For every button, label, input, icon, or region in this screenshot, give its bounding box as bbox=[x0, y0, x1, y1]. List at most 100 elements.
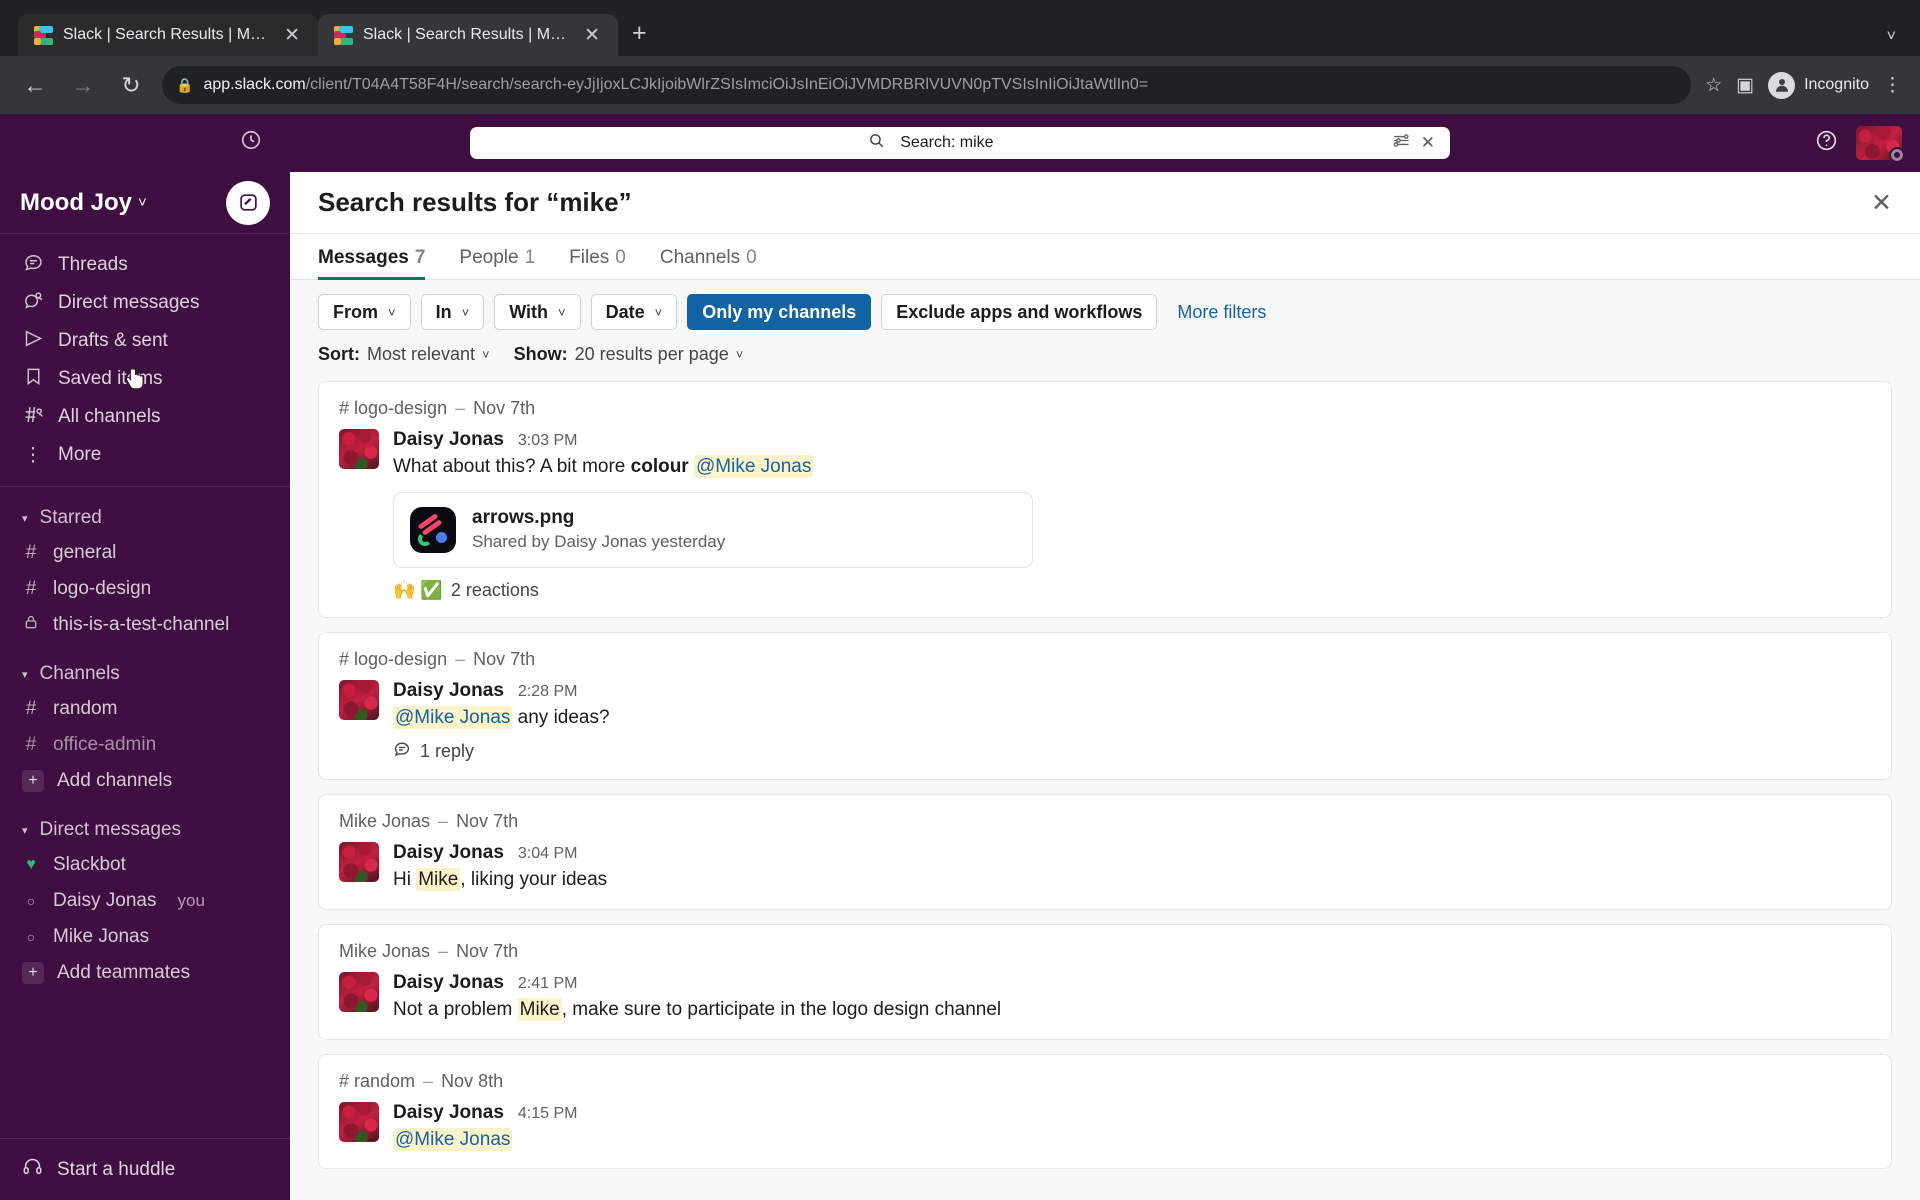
sidebar-channel-office-admin[interactable]: # office-admin bbox=[0, 727, 290, 763]
search-result-card[interactable]: # random – Nov 8th Daisy Jonas 4:15 PM @Mike … bbox=[318, 1053, 1892, 1170]
sidebar-item-direct-messages[interactable]: Direct messages bbox=[0, 284, 290, 322]
result-context: # logo-design – Nov 7th bbox=[339, 649, 1871, 670]
tab-messages[interactable]: Messages 7 bbox=[318, 247, 426, 280]
sidebar-add-channels[interactable]: + Add channels bbox=[0, 763, 290, 799]
more-filters-link[interactable]: More filters bbox=[1177, 302, 1266, 323]
sidebar-dm-daisy-jonas[interactable]: ○ Daisy Jonas you bbox=[0, 883, 290, 919]
tab-close-icon[interactable]: ✕ bbox=[280, 24, 304, 47]
workspace-header[interactable]: Mood Joy ˅ bbox=[0, 172, 290, 234]
bookmark-star-icon[interactable]: ☆ bbox=[1705, 74, 1722, 97]
start-huddle-label: Start a huddle bbox=[57, 1158, 176, 1180]
sidebar-channel-general[interactable]: # general bbox=[0, 535, 290, 571]
browser-tab-1[interactable]: Slack | Search Results | Mood ... ✕ bbox=[18, 14, 318, 56]
avatar[interactable] bbox=[339, 1101, 379, 1142]
compose-button[interactable] bbox=[226, 180, 270, 225]
search-result-card[interactable]: Mike Jonas – Nov 7th Daisy Jonas 2:41 PM Not … bbox=[318, 923, 1892, 1040]
user-mention[interactable]: @Mike Jonas bbox=[693, 455, 814, 478]
result-channel[interactable]: # logo-design bbox=[339, 649, 447, 670]
filter-only-my-channels[interactable]: Only my channels bbox=[687, 294, 872, 330]
sidebar-item-drafts-and-sent[interactable]: Drafts & sent bbox=[0, 322, 290, 360]
avatar[interactable] bbox=[339, 679, 379, 720]
avatar[interactable] bbox=[339, 971, 379, 1012]
workspace-name: Mood Joy bbox=[20, 188, 132, 216]
channels-section-header[interactable]: ▾ Channels bbox=[0, 657, 290, 691]
tab-files[interactable]: Files 0 bbox=[569, 247, 626, 279]
show-control[interactable]: Show: 20 results per page ˅ bbox=[514, 344, 744, 365]
sidebar-item-threads[interactable]: Threads bbox=[0, 246, 290, 284]
search-result-card[interactable]: # logo-design – Nov 7th Daisy Jonas 3:03 PM W… bbox=[318, 381, 1892, 618]
filter-in[interactable]: In ˅ bbox=[420, 294, 485, 330]
tab-channels[interactable]: Channels 0 bbox=[660, 247, 757, 279]
search-bar[interactable]: Search: mike ✕ bbox=[470, 127, 1450, 159]
sidebar-channel-random[interactable]: # random bbox=[0, 691, 290, 727]
message-author[interactable]: Daisy Jonas bbox=[393, 1102, 504, 1124]
attachment-filename[interactable]: arrows.png bbox=[472, 507, 725, 529]
filter-from[interactable]: From ˅ bbox=[318, 294, 411, 330]
search-result-card[interactable]: # logo-design – Nov 7th Daisy Jonas 2:28 PM @… bbox=[318, 631, 1892, 781]
results-list[interactable]: # logo-design – Nov 7th Daisy Jonas 3:03 PM W… bbox=[290, 381, 1920, 1200]
message-author[interactable]: Daisy Jonas bbox=[393, 680, 504, 702]
text-run: Not a problem bbox=[393, 998, 518, 1020]
history-clock-icon[interactable] bbox=[240, 129, 262, 157]
filter-with[interactable]: With ˅ bbox=[494, 294, 581, 330]
thread-replies[interactable]: 1 reply bbox=[393, 740, 1871, 763]
file-attachment[interactable]: arrows.png Shared by Daisy Jonas yesterda… bbox=[393, 491, 1033, 568]
reply-count: 1 reply bbox=[420, 741, 475, 762]
user-avatar[interactable] bbox=[1856, 126, 1905, 163]
reload-icon[interactable]: ↻ bbox=[114, 72, 148, 99]
sidebar-dm-mike-jonas[interactable]: ○ Mike Jonas bbox=[0, 919, 290, 955]
sidebar-item-saved-items[interactable]: Saved items bbox=[0, 360, 290, 398]
browser-menu-icon[interactable]: ⋮ bbox=[1883, 74, 1902, 97]
result-channel[interactable]: Mike Jonas bbox=[339, 811, 430, 832]
clear-search-icon[interactable]: ✕ bbox=[1416, 133, 1440, 153]
help-icon[interactable] bbox=[1815, 129, 1838, 158]
tab-people[interactable]: People 1 bbox=[459, 247, 535, 279]
threads-icon bbox=[22, 252, 44, 279]
sidebar-nav-block: Threads Direct messages Drafts & sent Sa… bbox=[0, 234, 290, 487]
message-body: Daisy Jonas 4:15 PM @Mike Jonas bbox=[393, 1102, 1871, 1153]
sidebar-add-teammates[interactable]: + Add teammates bbox=[0, 955, 290, 991]
sort-control[interactable]: Sort: Most relevant ˅ bbox=[318, 344, 490, 365]
avatar[interactable] bbox=[339, 429, 379, 469]
starred-section-header[interactable]: ▾ Starred bbox=[0, 501, 290, 535]
tab-close-icon[interactable]: ✕ bbox=[580, 24, 604, 47]
message-author[interactable]: Daisy Jonas bbox=[393, 972, 504, 994]
filter-exclude-apps-and-workflows[interactable]: Exclude apps and workflows bbox=[881, 294, 1158, 330]
filter-date[interactable]: Date ˅ bbox=[590, 294, 678, 330]
new-tab-button[interactable]: + bbox=[632, 19, 647, 48]
search-result-card[interactable]: Mike Jonas – Nov 7th Daisy Jonas 3:04 PM Hi M… bbox=[318, 794, 1892, 910]
reaction-emojis[interactable]: 🙌 ✅ bbox=[393, 580, 443, 601]
chevron-down-icon[interactable]: ˅ bbox=[1887, 28, 1896, 46]
address-bar[interactable]: 🔒 app.slack.com/client/T04A4T58F4H/searc… bbox=[162, 66, 1692, 104]
result-channel[interactable]: Mike Jonas bbox=[339, 941, 430, 962]
user-mention[interactable]: @Mike Jonas bbox=[393, 705, 513, 729]
search-query-text: Search: mike bbox=[900, 134, 994, 151]
sidebar-dm-slackbot[interactable]: ♥ Slackbot bbox=[0, 847, 290, 883]
result-channel[interactable]: # random bbox=[339, 1071, 415, 1092]
forward-icon[interactable]: → bbox=[66, 72, 100, 99]
sidebar-item-all-channels[interactable]: All channels bbox=[0, 398, 290, 436]
incognito-indicator[interactable]: Incognito bbox=[1768, 71, 1869, 99]
side-panel-icon[interactable]: ▣ bbox=[1736, 74, 1754, 97]
hash-icon: # bbox=[25, 542, 37, 563]
add-channels-label: Add channels bbox=[57, 770, 173, 791]
close-icon[interactable]: ✕ bbox=[1871, 188, 1892, 218]
result-channel[interactable]: # logo-design bbox=[339, 398, 447, 419]
filter-label: From bbox=[333, 301, 378, 322]
bold-text: colour bbox=[630, 456, 689, 477]
dms-section-header[interactable]: ▾ Direct messages bbox=[0, 813, 290, 847]
sidebar-channel-this-is-a-test-channel[interactable]: this-is-a-test-channel bbox=[0, 607, 290, 643]
message-author[interactable]: Daisy Jonas bbox=[393, 842, 504, 864]
workspace-name-button[interactable]: Mood Joy ˅ bbox=[20, 189, 147, 217]
message-author[interactable]: Daisy Jonas bbox=[393, 429, 504, 451]
start-huddle-button[interactable]: Start a huddle bbox=[0, 1138, 290, 1200]
sliders-icon[interactable] bbox=[1387, 131, 1416, 155]
avatar[interactable] bbox=[339, 842, 379, 883]
sidebar-channel-logo-design[interactable]: # logo-design bbox=[0, 571, 290, 607]
search-icon bbox=[863, 132, 890, 154]
reactions-row[interactable]: 🙌 ✅ 2 reactions bbox=[393, 580, 1871, 601]
user-mention[interactable]: @Mike Jonas bbox=[393, 1127, 513, 1151]
browser-tab-2[interactable]: Slack | Search Results | Mood ... ✕ bbox=[318, 14, 618, 56]
back-icon[interactable]: ← bbox=[18, 72, 52, 99]
sidebar-item-more[interactable]: ⋮ More bbox=[0, 436, 290, 474]
